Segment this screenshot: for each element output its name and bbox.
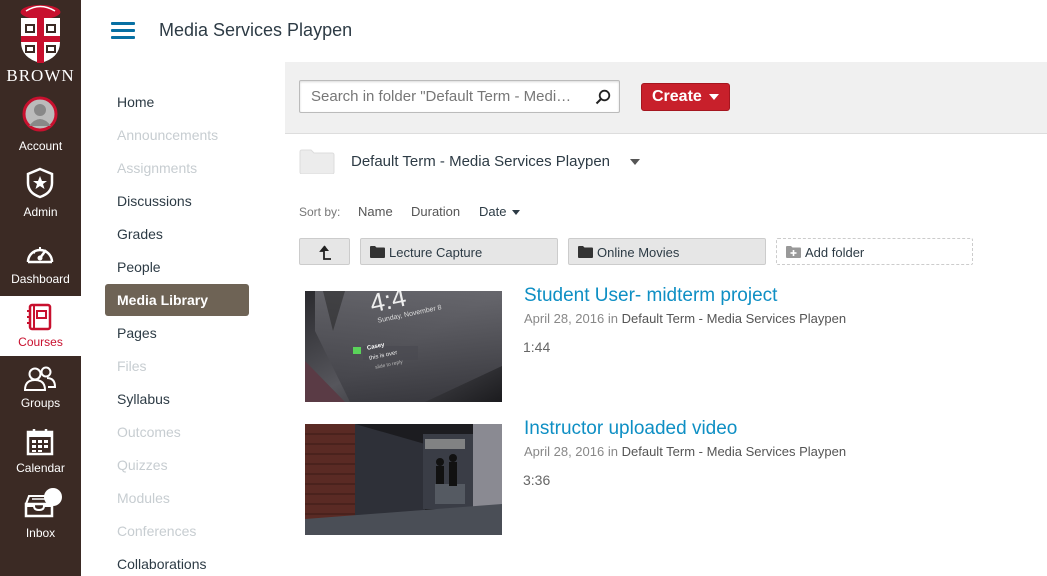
media-meta: April 28, 2016 in Default Term - Media S… (524, 444, 846, 459)
media-duration: 3:36 (523, 472, 551, 488)
search-placeholder: Search in folder "Default Term - Medi… (311, 88, 572, 105)
account-avatar-icon (22, 96, 58, 132)
course-nav-media-library[interactable]: Media Library (105, 284, 249, 316)
folder-plus-icon (786, 246, 801, 258)
global-nav-label: Inbox (25, 526, 56, 540)
folder-icon (370, 246, 385, 258)
folder-button-lecture-capture[interactable]: Lecture Capture (360, 238, 558, 265)
current-folder[interactable]: Default Term - Media Services Playpen (299, 148, 799, 178)
sort-name-option[interactable]: Name (358, 204, 393, 219)
course-nav-outcomes[interactable]: Outcomes (105, 416, 249, 448)
add-folder-label: Add folder (805, 245, 865, 260)
global-nav-calendar[interactable]: Calendar (0, 424, 81, 488)
course-nav: Home Announcements Assignments Discussio… (81, 62, 285, 576)
global-nav: BROWN Account Admin Dashboard Courses Gr… (0, 0, 81, 576)
video-thumbnail[interactable]: 4:4 Sunday, November 8 Casey this is ove… (305, 291, 502, 402)
sort-duration-option[interactable]: Duration (411, 204, 460, 219)
media-in: in (607, 444, 618, 459)
media-duration: 1:44 (523, 339, 551, 355)
course-nav-people[interactable]: People (105, 251, 249, 283)
course-nav-files[interactable]: Files (105, 350, 249, 382)
search-input[interactable]: Search in folder "Default Term - Medi… (299, 80, 620, 113)
brown-logo[interactable]: BROWN (0, 0, 81, 88)
course-nav-conferences[interactable]: Conferences (105, 515, 249, 547)
hamburger-menu-icon[interactable] (111, 22, 135, 40)
current-folder-name: Default Term - Media Services Playpen (351, 153, 610, 170)
calendar-icon (26, 429, 54, 456)
global-nav-groups[interactable]: Groups (0, 360, 81, 424)
global-nav-inbox[interactable]: Inbox (0, 486, 81, 550)
course-nav-modules[interactable]: Modules (105, 482, 249, 514)
course-nav-grades[interactable]: Grades (105, 218, 249, 250)
media-library-main: Search in folder "Default Term - Medi… C… (285, 62, 1047, 576)
folder-button-label: Lecture Capture (389, 245, 483, 260)
media-folder-link[interactable]: Default Term - Media Services Playpen (622, 444, 846, 459)
media-toolbar: Search in folder "Default Term - Medi… C… (285, 62, 1047, 134)
course-nav-pages[interactable]: Pages (105, 317, 249, 349)
folder-icon (578, 246, 593, 258)
search-icon[interactable] (595, 89, 611, 105)
course-nav-discussions[interactable]: Discussions (105, 185, 249, 217)
global-nav-courses[interactable]: Courses (0, 296, 81, 356)
global-nav-label: Calendar (16, 461, 65, 475)
book-icon (27, 303, 52, 331)
media-date: April 28, 2016 (524, 311, 605, 326)
chevron-down-icon (709, 94, 719, 100)
media-item: Instructor uploaded video April 28, 2016… (305, 418, 865, 536)
global-nav-account[interactable]: Account (0, 92, 81, 158)
global-nav-label: Account (18, 139, 63, 153)
chevron-down-icon[interactable] (630, 159, 640, 165)
folder-button-label: Online Movies (597, 245, 680, 260)
media-title-link[interactable]: Instructor uploaded video (524, 418, 737, 440)
alley-scene-thumbnail (305, 424, 502, 535)
media-item: 4:4 Sunday, November 8 Casey this is ove… (305, 285, 865, 403)
course-nav-announcements[interactable]: Announcements (105, 119, 249, 151)
shield-star-icon (26, 167, 54, 199)
sort-date-option[interactable]: Date (479, 204, 506, 219)
users-icon (23, 366, 57, 391)
global-nav-dashboard[interactable]: Dashboard (0, 230, 81, 296)
folder-icon (299, 149, 335, 174)
arrow-up-icon (319, 245, 331, 260)
sort-direction-icon[interactable] (512, 210, 520, 215)
media-title-link[interactable]: Student User- midterm project (524, 285, 777, 307)
create-button[interactable]: Create (641, 83, 730, 111)
media-folder-link[interactable]: Default Term - Media Services Playpen (622, 311, 846, 326)
global-nav-label: Dashboard (11, 272, 70, 286)
course-header: Media Services Playpen (81, 0, 1047, 62)
global-nav-admin[interactable]: Admin (0, 162, 81, 228)
course-nav-collaborations[interactable]: Collaborations (105, 548, 249, 576)
course-nav-assignments[interactable]: Assignments (105, 152, 249, 184)
global-nav-label: Groups (20, 396, 61, 410)
course-nav-quizzes[interactable]: Quizzes (105, 449, 249, 481)
global-nav-label: Admin (23, 205, 58, 219)
folder-button-online-movies[interactable]: Online Movies (568, 238, 766, 265)
media-date: April 28, 2016 (524, 444, 605, 459)
course-title[interactable]: Media Services Playpen (159, 20, 352, 41)
add-folder-button[interactable]: Add folder (776, 238, 973, 265)
sort-label: Sort by: (299, 205, 341, 219)
course-nav-home[interactable]: Home (105, 86, 249, 118)
create-button-label: Create (652, 88, 702, 105)
media-in: in (607, 311, 618, 326)
course-nav-syllabus[interactable]: Syllabus (105, 383, 249, 415)
global-nav-label: Courses (18, 335, 63, 349)
inbox-icon (24, 488, 62, 518)
brown-wordmark: BROWN (6, 66, 75, 85)
brown-shield-icon (20, 5, 61, 63)
parent-folder-button[interactable] (299, 238, 350, 265)
media-meta: April 28, 2016 in Default Term - Media S… (524, 311, 846, 326)
video-thumbnail[interactable] (305, 424, 502, 535)
speedometer-icon (26, 247, 54, 264)
